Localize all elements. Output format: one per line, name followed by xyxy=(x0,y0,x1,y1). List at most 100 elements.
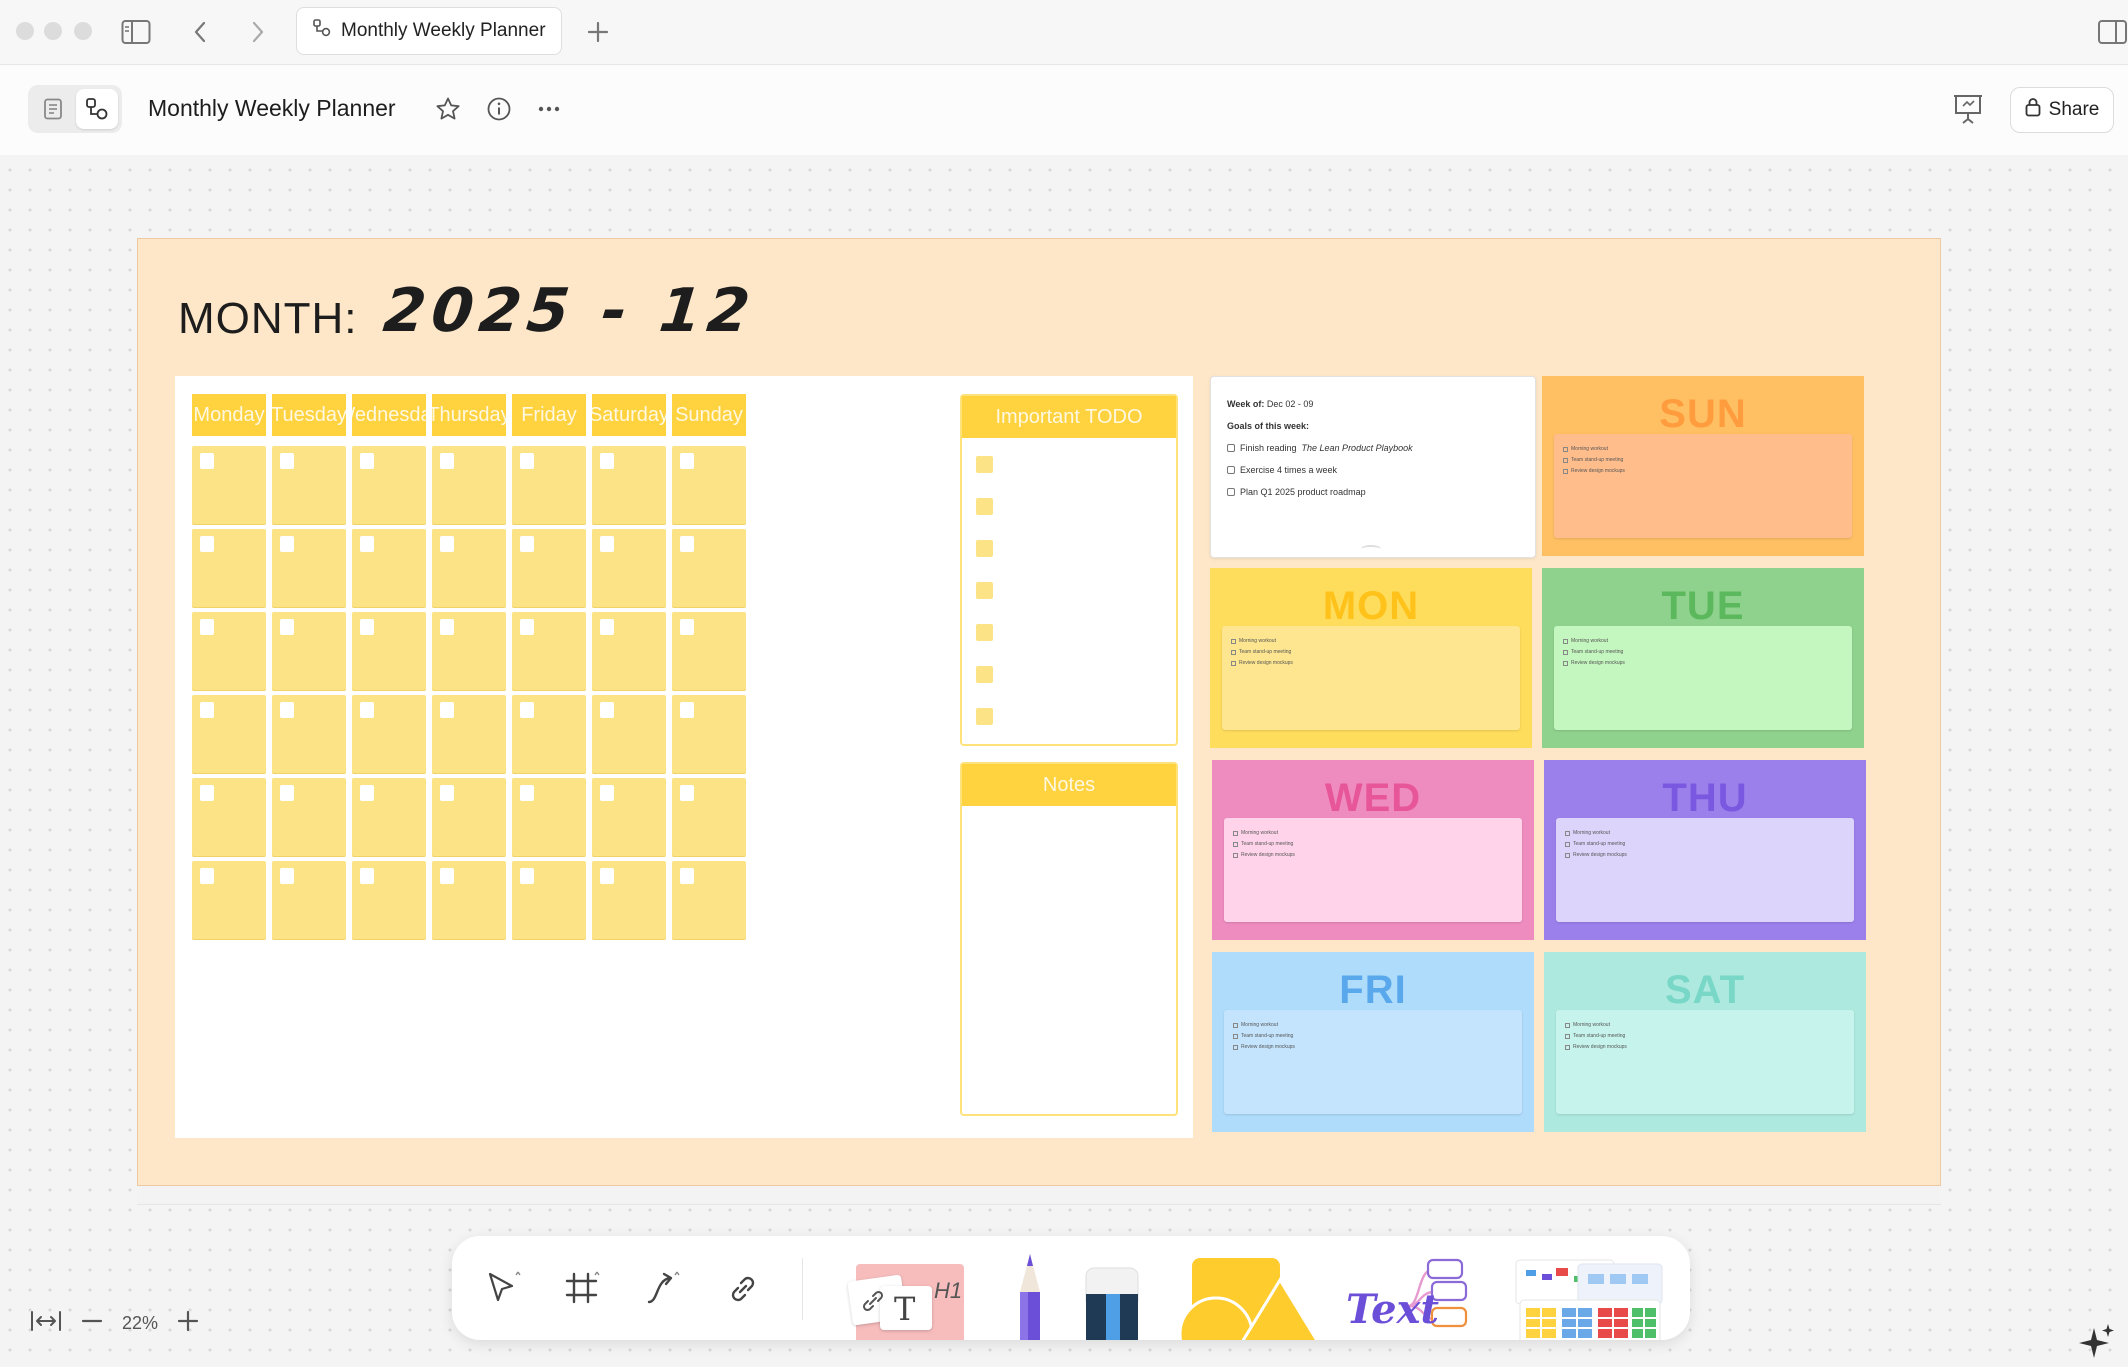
note-card-icon[interactable]: T H1 xyxy=(847,1256,970,1340)
zoom-out-icon[interactable] xyxy=(80,1309,104,1338)
routine-checkbox[interactable] xyxy=(1563,457,1568,463)
day-checkbox[interactable] xyxy=(680,536,694,552)
calendar-day-cell[interactable] xyxy=(592,695,666,773)
calendar-day-cell[interactable] xyxy=(352,529,426,607)
calendar-day-cell[interactable] xyxy=(352,861,426,939)
ai-sparkle-icon[interactable] xyxy=(2068,1316,2128,1362)
window-minimize-dot[interactable] xyxy=(44,22,62,40)
day-checkbox[interactable] xyxy=(280,536,294,552)
day-checkbox[interactable] xyxy=(440,868,454,884)
day-checkbox[interactable] xyxy=(600,702,614,718)
window-close-dot[interactable] xyxy=(16,22,34,40)
calendar-day-cell[interactable] xyxy=(192,446,266,524)
calendar-day-cell[interactable] xyxy=(272,446,346,524)
calendar-day-cell[interactable] xyxy=(432,695,506,773)
routine-checkbox[interactable] xyxy=(1565,1033,1570,1039)
window-zoom-dot[interactable] xyxy=(74,22,92,40)
routine-checkbox[interactable] xyxy=(1233,1033,1238,1039)
routine-item[interactable]: Morning workout xyxy=(1565,1022,1610,1028)
day-card-sun[interactable]: SUN Morning workout Team stand-up meeting R… xyxy=(1542,376,1864,556)
mindmap-icon[interactable]: Text xyxy=(1342,1250,1492,1340)
routine-item[interactable]: Review design mockups xyxy=(1233,852,1295,858)
day-routine-note[interactable]: Morning workout Team stand-up meeting Revi… xyxy=(1222,626,1520,730)
link-icon[interactable] xyxy=(720,1266,766,1312)
weekly-goals-card[interactable]: Week of: Dec 02 - 09 Goals of this week:… xyxy=(1210,376,1536,558)
routine-item[interactable]: Review design mockups xyxy=(1565,852,1627,858)
calendar-day-cell[interactable] xyxy=(272,612,346,690)
calendar-day-cell[interactable] xyxy=(352,446,426,524)
zoom-level[interactable]: 22% xyxy=(122,1313,158,1334)
day-checkbox[interactable] xyxy=(200,868,214,884)
day-checkbox[interactable] xyxy=(440,453,454,469)
todo-checkbox[interactable] xyxy=(976,666,993,683)
day-card-wed[interactable]: WED Morning workout Team stand-up meeting R… xyxy=(1212,760,1534,940)
day-checkbox[interactable] xyxy=(200,453,214,469)
info-icon[interactable] xyxy=(483,93,515,125)
routine-item[interactable]: Morning workout xyxy=(1233,1022,1278,1028)
calendar-day-cell[interactable] xyxy=(672,695,746,773)
day-checkbox[interactable] xyxy=(360,868,374,884)
calendar-day-cell[interactable] xyxy=(272,695,346,773)
day-checkbox[interactable] xyxy=(600,868,614,884)
share-button[interactable]: Share xyxy=(2010,87,2114,133)
pen-icon[interactable] xyxy=(1010,1252,1050,1340)
presentation-icon[interactable] xyxy=(1950,91,1986,127)
day-checkbox[interactable] xyxy=(200,536,214,552)
day-checkbox[interactable] xyxy=(520,453,534,469)
card-resize-handle[interactable] xyxy=(1361,545,1381,553)
goal-checkbox[interactable] xyxy=(1227,444,1235,452)
todo-checkbox[interactable] xyxy=(976,498,993,515)
calendar-day-cell[interactable] xyxy=(192,861,266,939)
day-routine-note[interactable]: Morning workout Team stand-up meeting Revi… xyxy=(1554,434,1852,538)
day-checkbox[interactable] xyxy=(440,702,454,718)
routine-item[interactable]: Team stand-up meeting xyxy=(1233,841,1293,847)
routine-item[interactable]: Morning workout xyxy=(1563,638,1608,644)
routine-checkbox[interactable] xyxy=(1563,446,1568,452)
calendar-day-cell[interactable] xyxy=(592,446,666,524)
day-checkbox[interactable] xyxy=(680,702,694,718)
day-checkbox[interactable] xyxy=(360,536,374,552)
calendar-day-cell[interactable] xyxy=(512,695,586,773)
routine-checkbox[interactable] xyxy=(1565,1022,1570,1028)
shape-icon[interactable] xyxy=(1170,1256,1330,1340)
day-checkbox[interactable] xyxy=(200,785,214,801)
calendar-day-cell[interactable] xyxy=(592,612,666,690)
calendar-day-cell[interactable] xyxy=(192,695,266,773)
day-checkbox[interactable] xyxy=(360,702,374,718)
routine-checkbox[interactable] xyxy=(1233,1044,1238,1050)
split-view-icon[interactable] xyxy=(2096,16,2128,48)
routine-item[interactable]: Team stand-up meeting xyxy=(1565,841,1625,847)
routine-item[interactable]: Morning workout xyxy=(1563,446,1608,452)
routine-checkbox[interactable] xyxy=(1563,660,1568,666)
routine-item[interactable]: Morning workout xyxy=(1233,830,1278,836)
frame-icon[interactable] xyxy=(560,1266,606,1312)
calendar-day-cell[interactable] xyxy=(512,446,586,524)
calendar-day-cell[interactable] xyxy=(672,446,746,524)
sidebar-icon[interactable] xyxy=(120,16,152,48)
routine-checkbox[interactable] xyxy=(1233,841,1238,847)
zoom-in-icon[interactable] xyxy=(176,1309,200,1338)
routine-item[interactable]: Team stand-up meeting xyxy=(1563,457,1623,463)
day-checkbox[interactable] xyxy=(360,619,374,635)
routine-item[interactable]: Review design mockups xyxy=(1231,660,1293,666)
calendar-day-cell[interactable] xyxy=(432,446,506,524)
routine-checkbox[interactable] xyxy=(1231,660,1236,666)
todo-checkbox[interactable] xyxy=(976,708,993,725)
day-card-sat[interactable]: SAT Morning workout Team stand-up meeting R… xyxy=(1544,952,1866,1132)
calendar-day-cell[interactable] xyxy=(432,612,506,690)
day-routine-note[interactable]: Morning workout Team stand-up meeting Revi… xyxy=(1556,1010,1854,1114)
day-card-mon[interactable]: MON Morning workout Team stand-up meeting R… xyxy=(1210,568,1532,748)
calendar-day-cell[interactable] xyxy=(192,529,266,607)
pointer-icon[interactable] xyxy=(480,1266,526,1312)
calendar-day-cell[interactable] xyxy=(192,612,266,690)
routine-item[interactable]: Team stand-up meeting xyxy=(1233,1033,1293,1039)
calendar-day-cell[interactable] xyxy=(672,529,746,607)
day-checkbox[interactable] xyxy=(280,702,294,718)
day-checkbox[interactable] xyxy=(200,702,214,718)
day-routine-note[interactable]: Morning workout Team stand-up meeting Revi… xyxy=(1556,818,1854,922)
new-tab-icon[interactable] xyxy=(582,16,614,48)
day-checkbox[interactable] xyxy=(520,785,534,801)
goal-checkbox[interactable] xyxy=(1227,488,1235,496)
routine-checkbox[interactable] xyxy=(1231,649,1236,655)
routine-checkbox[interactable] xyxy=(1233,1022,1238,1028)
